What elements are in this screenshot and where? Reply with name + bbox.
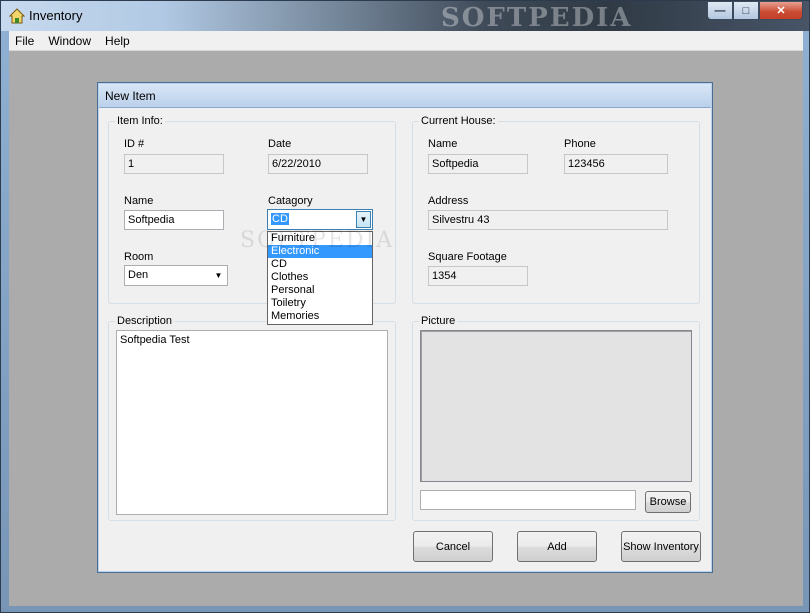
dialog-title-bar[interactable]: New Item [99, 84, 711, 108]
category-option[interactable]: Personal [268, 284, 372, 297]
name-field[interactable]: Softpedia [124, 210, 224, 230]
square-footage-field[interactable]: 1354 [428, 266, 528, 286]
current-house-label: Current House: [419, 115, 498, 127]
cancel-button[interactable]: Cancel [413, 531, 493, 562]
title-bar[interactable]: Inventory SOFTPEDIA — □ ✕ [1, 1, 809, 33]
category-option[interactable]: Furniture [268, 232, 372, 245]
menu-bar: File Window Help [9, 31, 803, 51]
chevron-down-icon[interactable]: ▼ [356, 211, 371, 228]
item-info-label: Item Info: [115, 115, 165, 127]
dialog-title: New Item [105, 89, 156, 103]
window-title: Inventory [29, 8, 83, 23]
house-name-label: Name [428, 138, 458, 150]
category-label: Catagory [268, 195, 313, 207]
add-button[interactable]: Add [517, 531, 597, 562]
picture-label: Picture [419, 315, 458, 327]
category-option[interactable]: Memories [268, 310, 372, 323]
menu-window[interactable]: Window [42, 31, 99, 50]
picture-box [420, 330, 692, 482]
caption-buttons: — □ ✕ [707, 2, 803, 20]
minimize-button[interactable]: — [707, 2, 733, 20]
category-option-highlighted[interactable]: Electronic [268, 245, 372, 258]
address-field[interactable]: Silvestru 43 [428, 210, 668, 230]
room-value: Den [128, 269, 149, 281]
menu-file[interactable]: File [9, 31, 42, 50]
address-label: Address [428, 195, 469, 207]
category-dropdown-list: Furniture Electronic CD Clothes Personal… [267, 231, 373, 325]
id-label: ID # [124, 138, 145, 150]
menu-help[interactable]: Help [99, 31, 138, 50]
chevron-down-icon[interactable]: ▼ [211, 267, 226, 284]
id-field[interactable]: 1 [124, 154, 224, 174]
description-label: Description [115, 315, 175, 327]
phone-field[interactable]: 123456 [564, 154, 668, 174]
date-field[interactable]: 6/22/2010 [268, 154, 368, 174]
category-selected-text: CD [271, 213, 289, 225]
name-label: Name [124, 195, 154, 207]
close-button[interactable]: ✕ [759, 2, 803, 20]
room-label: Room [124, 251, 154, 263]
phone-label: Phone [564, 138, 596, 150]
square-footage-label: Square Footage [428, 251, 507, 263]
house-icon [9, 8, 25, 24]
watermark: SOFTPEDIA [441, 3, 633, 33]
show-inventory-button[interactable]: Show Inventory [621, 531, 701, 562]
category-option[interactable]: Toiletry [268, 297, 372, 310]
browse-button[interactable]: Browse [645, 491, 691, 513]
room-combo[interactable]: Den ▼ [124, 265, 228, 286]
category-combo[interactable]: CD ▼ [267, 209, 373, 230]
date-label: Date [268, 138, 292, 150]
picture-path-field[interactable] [420, 490, 636, 510]
category-option[interactable]: Clothes [268, 271, 372, 284]
house-name-field[interactable]: Softpedia [428, 154, 528, 174]
maximize-button[interactable]: □ [733, 2, 759, 20]
category-option[interactable]: CD [268, 258, 372, 271]
description-textarea[interactable]: Softpedia Test [116, 330, 388, 515]
